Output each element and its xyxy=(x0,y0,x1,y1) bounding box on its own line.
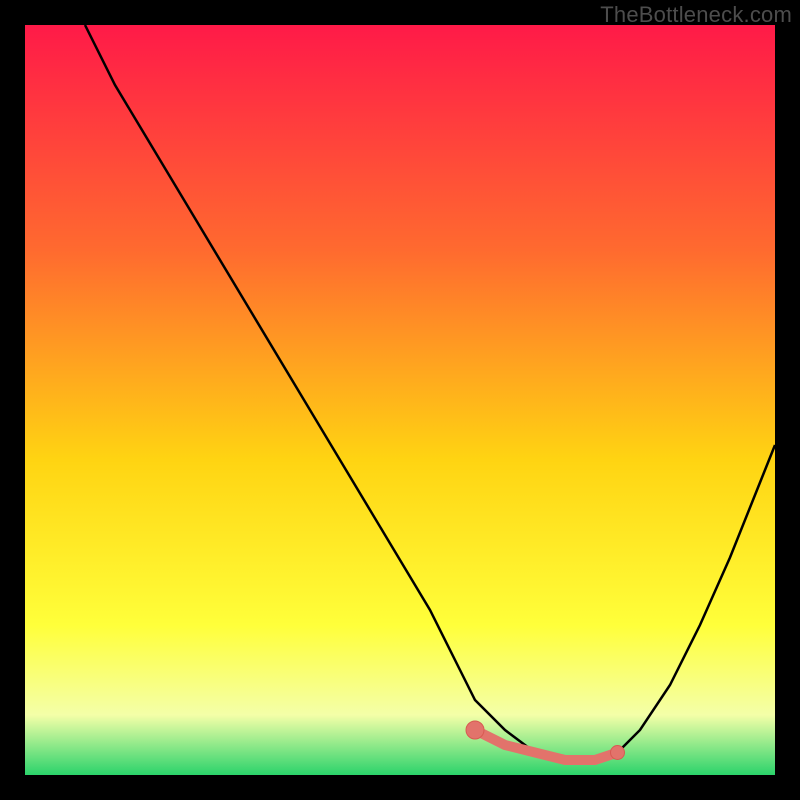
plot-area xyxy=(25,25,775,775)
gradient-background xyxy=(25,25,775,775)
chart-frame: TheBottleneck.com xyxy=(0,0,800,800)
range-start-marker xyxy=(466,721,484,739)
chart-svg xyxy=(25,25,775,775)
range-end-marker xyxy=(611,746,625,760)
